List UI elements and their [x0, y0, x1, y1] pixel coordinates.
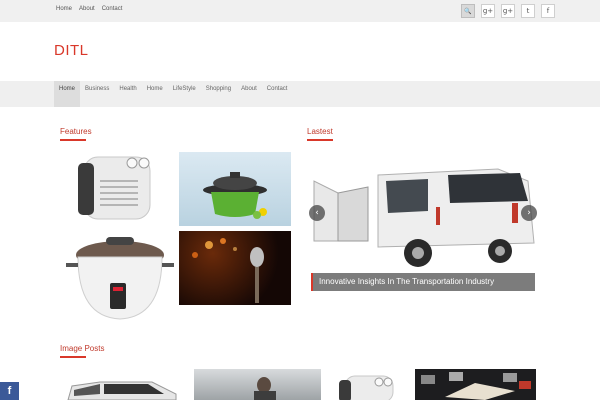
twitter-icon: t: [526, 7, 530, 15]
nav-home[interactable]: Home: [54, 81, 81, 107]
google-plus-icon: g+: [482, 7, 494, 15]
nav-health[interactable]: Health: [114, 81, 141, 107]
top-bar: Home About Contact 🔍 g+ g+ t f: [0, 0, 600, 22]
rice-cooker-image: [66, 237, 174, 320]
office-image: [254, 377, 276, 400]
search-button[interactable]: 🔍: [461, 4, 475, 18]
image-posts-underline: [60, 356, 86, 358]
heater-image: [339, 375, 394, 400]
car-image: [67, 381, 177, 400]
nav-home-2[interactable]: Home: [142, 81, 168, 107]
slide-caption[interactable]: Innovative Insights In The Transportatio…: [311, 273, 535, 291]
feature-microphone-thumb[interactable]: [179, 231, 291, 305]
nav-lifestyle[interactable]: LifeStyle: [168, 81, 201, 107]
top-nav: Home About Contact: [56, 6, 122, 12]
feature-pot-thumb[interactable]: [179, 152, 291, 226]
image-post-smarthome-thumb[interactable]: [415, 369, 536, 400]
microphone-image: [192, 238, 264, 303]
features-heading: Features: [60, 127, 92, 136]
nav-contact[interactable]: Contact: [262, 81, 293, 107]
twitter-button[interactable]: t: [521, 4, 535, 18]
image-posts-heading: Image Posts: [60, 344, 105, 353]
top-nav-about[interactable]: About: [79, 6, 95, 12]
features-underline: [60, 139, 86, 141]
chevron-right-icon: ›: [527, 208, 531, 218]
heater-image: [78, 156, 151, 220]
google-plus-button[interactable]: g+: [481, 4, 495, 18]
slider-prev-button[interactable]: ‹: [309, 205, 325, 221]
google-plus-button-2[interactable]: g+: [501, 4, 515, 18]
social-links: 🔍 g+ g+ t f: [461, 4, 555, 18]
feature-heater-thumb[interactable]: [64, 151, 176, 225]
search-icon: 🔍: [464, 7, 472, 15]
smart-home-image: [421, 372, 531, 400]
google-plus-icon: g+: [502, 7, 514, 15]
facebook-icon: f: [7, 385, 12, 397]
latest-underline: [307, 139, 333, 141]
slider-next-button[interactable]: ›: [521, 205, 537, 221]
feature-cooker-thumb[interactable]: [64, 233, 176, 321]
image-post-car-thumb[interactable]: [60, 370, 180, 400]
top-nav-home[interactable]: Home: [56, 6, 72, 12]
nav-business[interactable]: Business: [80, 81, 114, 107]
pot-image: [203, 172, 267, 219]
facebook-button[interactable]: f: [541, 4, 555, 18]
latest-heading: Lastest: [307, 127, 333, 136]
chevron-left-icon: ‹: [315, 208, 319, 218]
latest-slide-image[interactable]: [308, 151, 538, 291]
facebook-icon: f: [546, 7, 550, 15]
top-nav-contact[interactable]: Contact: [102, 6, 123, 12]
van-image: [313, 168, 535, 267]
nav-shopping[interactable]: Shopping: [201, 81, 236, 107]
image-post-heater-thumb[interactable]: [327, 372, 407, 400]
main-nav: Home Business Health Home LifeStyle Shop…: [0, 81, 600, 107]
nav-about[interactable]: About: [236, 81, 262, 107]
image-post-office-thumb[interactable]: [194, 369, 321, 400]
site-title[interactable]: DITL: [54, 42, 89, 59]
floating-facebook-button[interactable]: f: [0, 382, 19, 400]
